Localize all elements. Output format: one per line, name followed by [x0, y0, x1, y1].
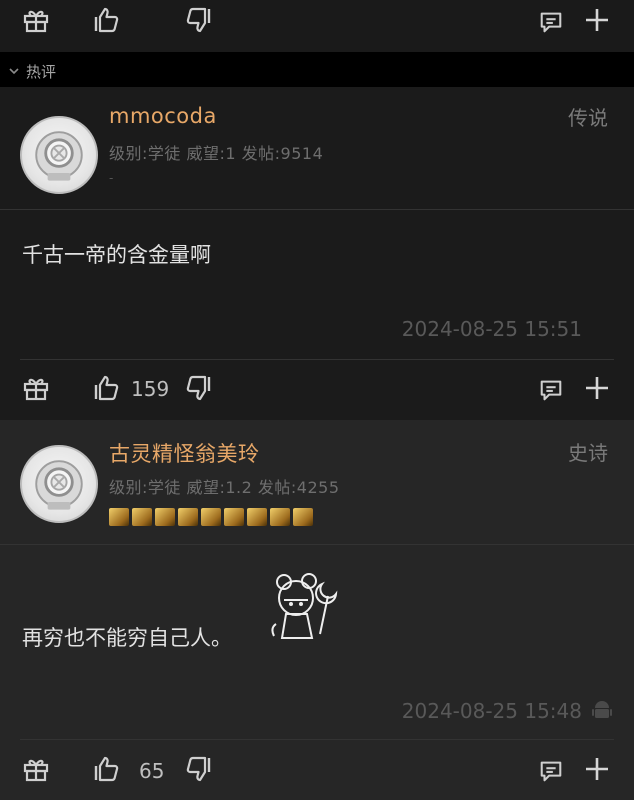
achievement-badge-icon[interactable]: [132, 508, 152, 526]
username[interactable]: mmocoda: [109, 104, 217, 128]
divider: [20, 359, 614, 360]
thumbs-down-icon[interactable]: [185, 755, 213, 783]
achievement-badge-icon[interactable]: [270, 508, 290, 526]
signature: -: [109, 171, 114, 185]
chevron-down-icon: [8, 62, 20, 81]
previous-post-action-bar: [0, 0, 634, 52]
achievement-badge-icon[interactable]: [293, 508, 313, 526]
rank-label: 史诗: [568, 441, 608, 465]
plus-icon[interactable]: [583, 6, 611, 34]
user-meta: 级别:学徒 威望:1 发帖:9514: [109, 144, 324, 163]
avatar[interactable]: [20, 116, 98, 194]
divider: [0, 544, 634, 545]
comment-icon[interactable]: [537, 757, 565, 785]
timestamp: 2024-08-25 15:48: [401, 699, 582, 723]
badge-row: [109, 508, 313, 526]
android-icon: [591, 698, 613, 722]
gift-icon[interactable]: [22, 6, 50, 34]
comment-card: mmocoda 传说 级别:学徒 威望:1 发帖:9514 - 千古一帝的含金量…: [0, 87, 634, 420]
user-meta: 级别:学徒 威望:1.2 发帖:4255: [109, 478, 340, 497]
thumbs-down-icon[interactable]: [185, 6, 213, 34]
achievement-badge-icon[interactable]: [224, 508, 244, 526]
gift-icon[interactable]: [22, 755, 50, 783]
achievement-badge-icon[interactable]: [109, 508, 129, 526]
achievement-badge-icon[interactable]: [155, 508, 175, 526]
like-count: 159: [131, 377, 170, 401]
avatar[interactable]: [20, 445, 98, 523]
achievement-badge-icon[interactable]: [247, 508, 267, 526]
timestamp: 2024-08-25 15:51: [401, 317, 582, 341]
section-title: 热评: [26, 63, 57, 81]
plus-icon[interactable]: [583, 755, 611, 783]
like-count: 65: [139, 759, 165, 783]
comment-icon[interactable]: [537, 376, 565, 404]
achievement-badge-icon[interactable]: [201, 508, 221, 526]
gift-icon[interactable]: [22, 374, 50, 402]
plus-icon[interactable]: [583, 374, 611, 402]
divider: [20, 739, 614, 740]
achievement-badge-icon[interactable]: [178, 508, 198, 526]
comment-card: 古灵精怪翁美玲 史诗 级别:学徒 威望:1.2 发帖:4255 再穷也不能穷自己…: [0, 420, 634, 800]
comment-icon[interactable]: [537, 8, 565, 36]
thumbs-down-icon[interactable]: [185, 374, 213, 402]
thumbs-up-icon[interactable]: [92, 6, 120, 34]
thumbs-up-icon[interactable]: [92, 755, 120, 783]
hot-comments-header[interactable]: 热评: [0, 52, 634, 87]
comment-body: 再穷也不能穷自己人。: [22, 626, 232, 650]
thumbs-up-icon[interactable]: [92, 374, 120, 402]
avatar-diver-icon: [22, 118, 96, 192]
rank-label: 传说: [568, 106, 608, 130]
girl-sticker-icon: [262, 568, 354, 644]
comment-body: 千古一帝的含金量啊: [22, 243, 211, 267]
divider: [0, 209, 634, 210]
username[interactable]: 古灵精怪翁美玲: [109, 438, 260, 468]
avatar-diver-icon: [22, 447, 96, 521]
